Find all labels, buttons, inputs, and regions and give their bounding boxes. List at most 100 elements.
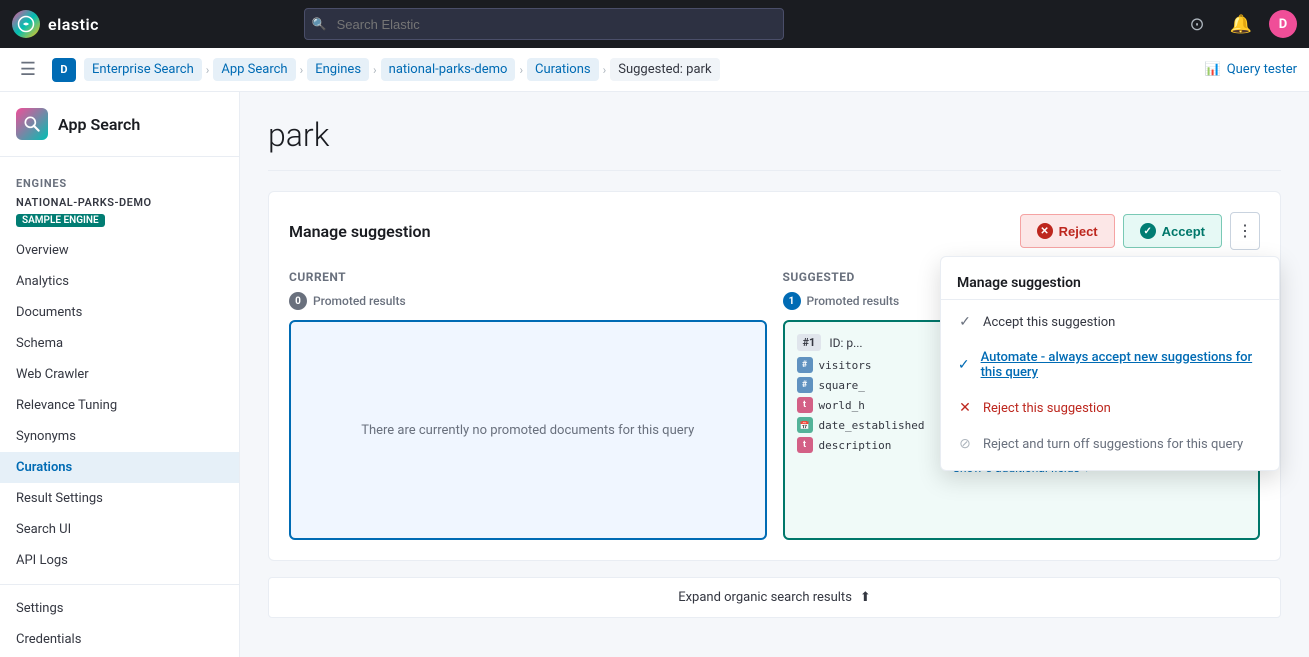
curations-label: Curations [16, 460, 72, 475]
result-settings-label: Result Settings [16, 491, 103, 506]
relevance-label: Relevance Tuning [16, 398, 117, 413]
dropdown-item-reject-turnoff[interactable]: ⊘ Reject and turn off suggestions for th… [941, 426, 1279, 462]
field-type-txt-worldh: t [797, 397, 813, 413]
accept-check-icon: ✓ [957, 314, 973, 330]
field-name-description: description [819, 439, 939, 452]
dropdown-title: Manage suggestion [941, 265, 1279, 300]
notifications-icon[interactable]: 🔔 [1225, 8, 1257, 40]
breadcrumb-sep-3: › [373, 63, 377, 77]
sidebar-item-synonyms[interactable]: Synonyms [0, 421, 239, 452]
settings-label: Settings [16, 601, 63, 616]
sidebar-item-search-ui[interactable]: Search UI [0, 514, 239, 545]
reject-suggestion-label: Reject this suggestion [983, 401, 1111, 416]
engines-section-label: Engines [0, 169, 239, 194]
more-options-button[interactable]: ⋮ [1230, 212, 1260, 250]
dropdown-item-accept[interactable]: ✓ Accept this suggestion [941, 304, 1279, 340]
field-type-txt-desc: t [797, 437, 813, 453]
expand-organic-label: Expand organic search results [678, 590, 852, 605]
sidebar-item-credentials[interactable]: Credentials [0, 624, 239, 655]
breadcrumb-app-search[interactable]: App Search [213, 58, 295, 81]
manage-suggestion-header: Manage suggestion ✕ Reject ✓ Accept ⋮ [289, 212, 1260, 250]
elastic-wordmark: elastic [48, 15, 99, 34]
breadcrumb-national-parks[interactable]: national-parks-demo [381, 58, 516, 81]
query-tester-label: Query tester [1227, 62, 1297, 77]
engine-name: NATIONAL-PARKS-DEMO [0, 194, 239, 211]
dropdown-item-automate[interactable]: ✓ Automate - always accept new suggestio… [941, 340, 1279, 390]
manage-suggestion-title: Manage suggestion [289, 222, 1020, 241]
sidebar-app-name: App Search [58, 115, 140, 134]
breadcrumb-engines[interactable]: Engines [307, 58, 369, 81]
accept-button[interactable]: ✓ Accept [1123, 214, 1222, 248]
sidebar-item-analytics[interactable]: Analytics [0, 266, 239, 297]
suggested-promoted-count: 1 [783, 292, 801, 310]
search-ui-label: Search UI [16, 522, 71, 537]
synonyms-label: Synonyms [16, 429, 76, 444]
empty-promoted-box: There are currently no promoted document… [289, 320, 767, 540]
breadcrumb-sep-2: › [300, 63, 304, 77]
top-navigation: elastic ⊙ 🔔 D [0, 0, 1309, 48]
overview-label: Overview [16, 243, 69, 258]
expand-organic-button[interactable]: Expand organic search results ⬆ [268, 577, 1281, 618]
sidebar-item-relevance[interactable]: Relevance Tuning [0, 390, 239, 421]
sidebar-item-documents[interactable]: Documents [0, 297, 239, 328]
page-title: park [268, 116, 1281, 154]
empty-message: There are currently no promoted document… [361, 423, 694, 438]
sidebar-app-header: App Search [0, 108, 239, 157]
manage-suggestion-dropdown: Manage suggestion ✓ Accept this suggesti… [940, 256, 1280, 471]
sidebar-item-curations[interactable]: Curations [0, 452, 239, 483]
search-input[interactable] [304, 8, 784, 40]
sidebar-item-api-logs[interactable]: API Logs [0, 545, 239, 576]
user-avatar[interactable]: D [1269, 10, 1297, 38]
sample-engine-badge: SAMPLE ENGINE [16, 214, 105, 227]
current-col-header: Current [289, 270, 767, 284]
nav-icons: ⊙ 🔔 D [1181, 8, 1297, 40]
reject-icon: ✕ [1037, 223, 1053, 239]
d-badge: D [52, 58, 76, 82]
nav-search-container [304, 8, 784, 40]
result-id: ID: p... [829, 336, 862, 350]
breadcrumb-sep-4: › [519, 63, 523, 77]
breadcrumb-bar: ☰ D Enterprise Search › App Search › Eng… [0, 48, 1309, 92]
field-type-num-square: # [797, 377, 813, 393]
sidebar-item-webcrawler[interactable]: Web Crawler [0, 359, 239, 390]
sidebar-item-overview[interactable]: Overview [0, 235, 239, 266]
sidebar: App Search Engines NATIONAL-PARKS-DEMO S… [0, 92, 240, 657]
reject-button[interactable]: ✕ Reject [1020, 214, 1115, 248]
breadcrumb-sep-1: › [206, 63, 210, 77]
elastic-logo-icon [12, 10, 40, 38]
analytics-label: Analytics [16, 274, 69, 289]
webcrawler-label: Web Crawler [16, 367, 89, 382]
manage-suggestion-card: Manage suggestion ✕ Reject ✓ Accept ⋮ Cu… [268, 191, 1281, 561]
field-name-worldh: world_h [819, 399, 939, 412]
elastic-logo[interactable]: elastic [12, 10, 99, 38]
breadcrumb-current: Suggested: park [610, 58, 719, 81]
main-layout: App Search Engines NATIONAL-PARKS-DEMO S… [0, 92, 1309, 657]
schema-label: Schema [16, 336, 63, 351]
main-content: park Manage suggestion ✕ Reject ✓ Accept… [240, 92, 1309, 657]
hamburger-button[interactable]: ☰ [12, 54, 44, 86]
reject-off-icon: ⊘ [957, 436, 973, 452]
sidebar-divider [0, 584, 239, 585]
credentials-label: Credentials [16, 632, 81, 647]
automate-check-icon: ✓ [957, 357, 971, 373]
sidebar-item-settings[interactable]: Settings [0, 593, 239, 624]
current-promoted-label: Promoted results [313, 294, 406, 308]
help-icon[interactable]: ⊙ [1181, 8, 1213, 40]
breadcrumb-enterprise-search[interactable]: Enterprise Search [84, 58, 202, 81]
field-name-date: date_established [819, 419, 939, 432]
query-tester-button[interactable]: 📊 Query tester [1205, 62, 1298, 77]
field-name-visitors: visitors [819, 359, 939, 372]
result-number: #1 [797, 334, 822, 351]
current-column: Current 0 Promoted results There are cur… [289, 270, 767, 540]
current-promoted-badge: 0 Promoted results [289, 292, 767, 310]
field-type-num-visitors: # [797, 357, 813, 373]
accept-label: Accept [1162, 224, 1205, 239]
dropdown-item-reject[interactable]: ✕ Reject this suggestion [941, 390, 1279, 426]
field-name-square: square_ [819, 379, 939, 392]
sidebar-item-result-settings[interactable]: Result Settings [0, 483, 239, 514]
suggested-promoted-label: Promoted results [807, 294, 900, 308]
sidebar-item-schema[interactable]: Schema [0, 328, 239, 359]
reject-turnoff-label: Reject and turn off suggestions for this… [983, 437, 1243, 452]
breadcrumb-curations[interactable]: Curations [527, 58, 599, 81]
automate-label: Automate - always accept new suggestions… [981, 350, 1263, 380]
